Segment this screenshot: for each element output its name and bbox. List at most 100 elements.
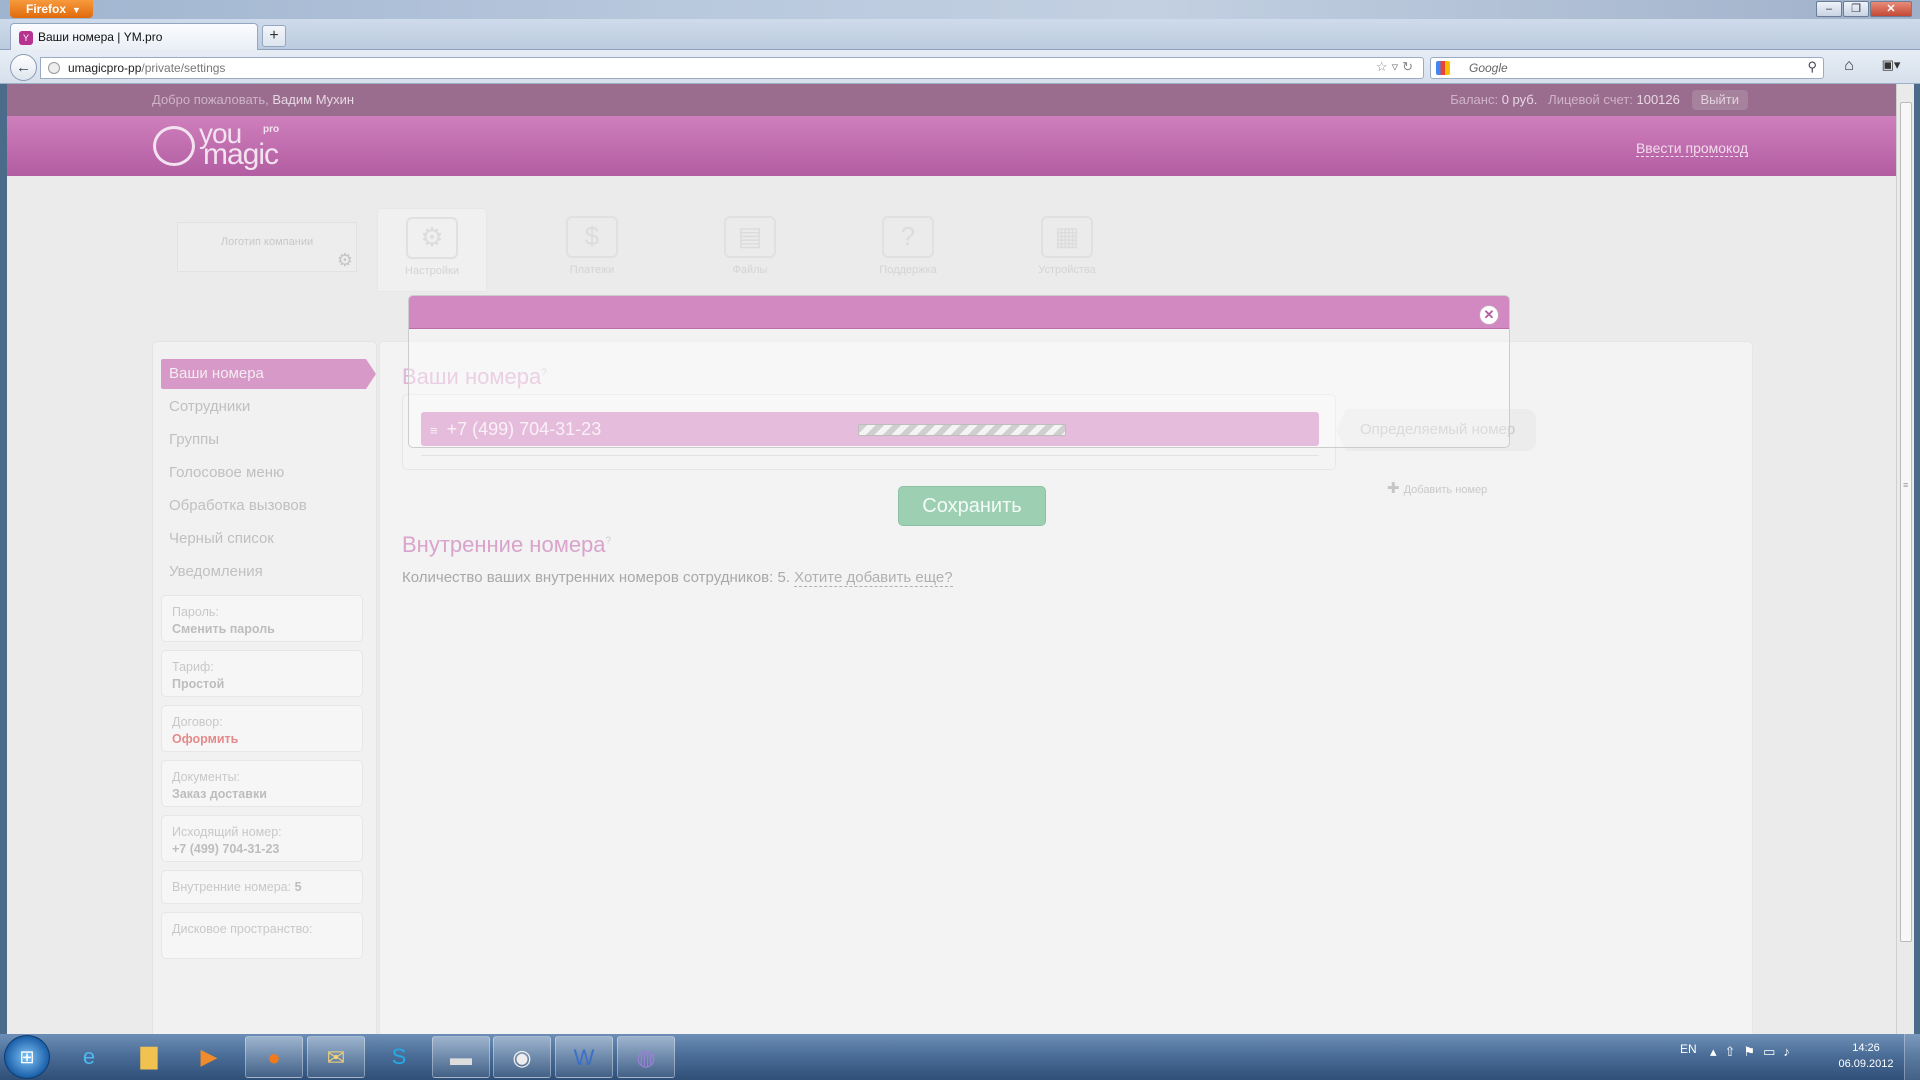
documents-label: Документы:: [172, 770, 240, 784]
add-number-link[interactable]: ✚ Добавить номер: [1387, 479, 1487, 497]
logo-bird-icon: [153, 126, 195, 166]
page-scrollbar[interactable]: ≡: [1896, 84, 1914, 1034]
word-icon[interactable]: W: [555, 1036, 613, 1078]
plus-icon: ✚: [1387, 480, 1400, 497]
maximize-button[interactable]: ❐: [1843, 1, 1869, 17]
nav-payments[interactable]: $ Платежи: [537, 208, 647, 292]
app-icon[interactable]: ◍: [617, 1036, 675, 1078]
file-explorer-icon[interactable]: ▇: [120, 1036, 178, 1078]
nav-support-label: Поддержка: [879, 264, 937, 276]
tariff-value[interactable]: Простой: [172, 676, 362, 693]
url-input[interactable]: umagicpro-pp/private/settings ☆▿↻: [40, 57, 1424, 79]
search-input[interactable]: Google ⚲: [1430, 57, 1824, 79]
nav-files-label: Файлы: [732, 264, 768, 276]
internal-numbers-box: Внутренние номера: 5: [161, 870, 363, 904]
nav-support[interactable]: ? Поддержка: [853, 208, 963, 292]
browser-tab[interactable]: Y Ваши номера | YM.pro: [10, 23, 258, 51]
scrollbar-thumb[interactable]: [1900, 102, 1912, 942]
loading-modal: ✕: [408, 295, 1510, 448]
gear-icon[interactable]: ⚙: [337, 251, 353, 269]
change-password-link[interactable]: Сменить пароль: [172, 621, 362, 638]
documents-box: Документы: Заказ доставки: [161, 760, 363, 807]
close-window-button[interactable]: ✕: [1870, 1, 1912, 17]
sidebar-item-voice-menu[interactable]: Голосовое меню: [161, 458, 371, 488]
tab-title: Ваши номера | YM.pro: [38, 30, 163, 44]
nav-devices-label: Устройства: [1038, 264, 1096, 276]
save-button[interactable]: Сохранить: [898, 486, 1046, 526]
media-player-icon[interactable]: ▶: [180, 1036, 238, 1078]
add-more-link[interactable]: Хотите добавить еще?: [794, 569, 953, 587]
sidebar-item-numbers[interactable]: Ваши номера: [161, 359, 376, 389]
user-strip: Добро пожаловать, Вадим Мухин Баланс: 0 …: [7, 84, 1896, 116]
sidebar-item-groups[interactable]: Группы: [161, 425, 371, 455]
modal-header: ✕: [409, 296, 1509, 329]
balance-label: Баланс:: [1450, 92, 1499, 107]
command-prompt-icon[interactable]: ▬: [432, 1036, 490, 1078]
promo-code-link[interactable]: Ввести промокод: [1635, 140, 1748, 157]
contract-link[interactable]: Оформить: [172, 731, 362, 748]
url-host: umagicpro-pp: [68, 61, 142, 75]
new-tab-button[interactable]: +: [262, 25, 286, 47]
add-number-label: Добавить номер: [1403, 484, 1488, 496]
site-header: you pro magic Ввести промокод: [7, 116, 1896, 176]
internal-title-text: Внутренние номера: [402, 532, 606, 557]
main-content: Логотип компании ⚙ ⚙ Настройки $ Платежи…: [7, 176, 1896, 1034]
close-icon[interactable]: ✕: [1479, 305, 1499, 325]
account-value: 100126: [1636, 92, 1680, 107]
google-icon: [1436, 61, 1450, 75]
tray-icons[interactable]: ▴⇧⚑▭♪: [1710, 1044, 1798, 1060]
sidebar: Ваши номера Сотрудники Группы Голосовое …: [152, 341, 377, 1034]
files-icon: ▤: [724, 216, 776, 258]
bookmark-star-icon[interactable]: ☆▿↻: [1376, 59, 1417, 75]
search-icon[interactable]: ⚲: [1807, 59, 1817, 75]
firefox-menu-button[interactable]: Firefox ▼: [10, 0, 93, 18]
tariff-label: Тариф:: [172, 660, 214, 674]
logo-magic-text: magic: [203, 138, 279, 171]
contract-box: Договор: Оформить: [161, 705, 363, 752]
outgoing-number-label: Исходящий номер:: [172, 825, 282, 839]
skype-icon[interactable]: S: [370, 1036, 428, 1078]
sidebar-item-blacklist[interactable]: Черный список: [161, 524, 371, 554]
internal-numbers-title: Внутренние номера?: [402, 532, 611, 558]
scroll-grip-icon: ≡: [1903, 480, 1909, 490]
url-path: /private/settings: [141, 61, 226, 75]
account-info: Баланс: 0 руб. Лицевой счет: 100126 Выйт…: [1450, 84, 1748, 116]
order-delivery-link[interactable]: Заказ доставки: [172, 786, 362, 803]
outgoing-number-value: +7 (499) 704-31-23: [172, 842, 280, 856]
help-icon[interactable]: ?: [606, 536, 612, 547]
show-desktop-button[interactable]: [1904, 1034, 1920, 1080]
mail-icon[interactable]: ✉: [307, 1036, 365, 1078]
internet-explorer-icon[interactable]: e: [60, 1036, 118, 1078]
clock-date: 06.09.2012: [1838, 1058, 1894, 1070]
sidebar-item-call-handling[interactable]: Обработка вызовов: [161, 491, 371, 521]
internal-numbers-label: Внутренние номера:: [172, 880, 292, 894]
globe-icon: [48, 62, 60, 74]
github-icon[interactable]: ◉: [493, 1036, 551, 1078]
clock[interactable]: 14:26 06.09.2012: [1836, 1040, 1896, 1072]
home-icon[interactable]: ⌂: [1838, 57, 1860, 79]
logout-button[interactable]: Выйти: [1691, 90, 1748, 110]
minimize-button[interactable]: –: [1816, 1, 1842, 17]
nav-devices[interactable]: ▦ Устройства: [1012, 208, 1122, 292]
clock-time: 14:26: [1852, 1042, 1880, 1054]
sidebar-item-notifications[interactable]: Уведомления: [161, 557, 371, 587]
firefox-icon[interactable]: ●: [245, 1036, 303, 1078]
back-arrow-icon[interactable]: ←: [10, 54, 37, 81]
ym-favicon-icon: Y: [19, 30, 33, 45]
language-indicator[interactable]: EN: [1680, 1042, 1697, 1056]
settings-icon: ⚙: [406, 217, 458, 259]
nav-settings[interactable]: ⚙ Настройки: [377, 208, 487, 292]
welcome-label: Добро пожаловать,: [152, 92, 269, 107]
sidebar-item-employees[interactable]: Сотрудники: [161, 392, 371, 422]
company-logo-box[interactable]: Логотип компании ⚙: [177, 222, 357, 272]
tools-menu-icon[interactable]: ▣▾: [1874, 57, 1908, 79]
nav-files[interactable]: ▤ Файлы: [695, 208, 805, 292]
window-titlebar: Firefox ▼ – ❐ ✕: [0, 0, 1920, 19]
company-logo-label: Логотип компании: [220, 236, 314, 248]
windows-start-icon[interactable]: ⊞: [4, 1035, 50, 1079]
logo-pro-text: pro: [263, 124, 280, 135]
disk-space-box: Дисковое пространство:: [161, 912, 363, 959]
password-box: Пароль: Сменить пароль: [161, 595, 363, 642]
loading-progress-bar: [858, 424, 1066, 436]
password-label: Пароль:: [172, 605, 219, 619]
